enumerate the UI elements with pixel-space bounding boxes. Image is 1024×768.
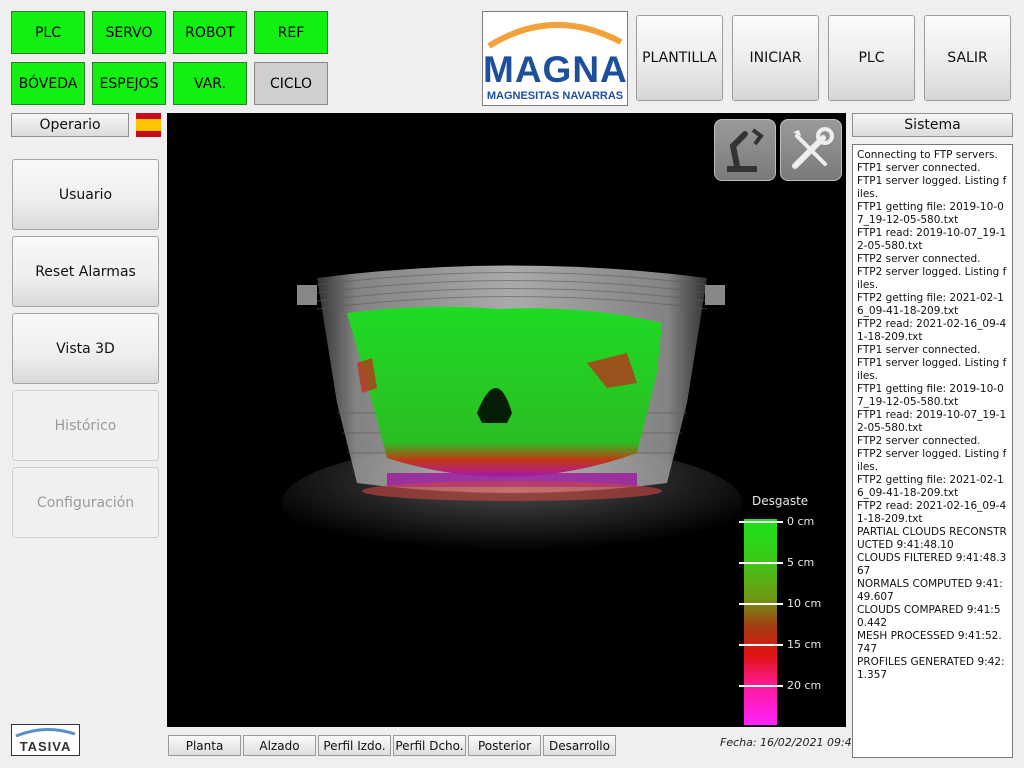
tab-desarrollo[interactable]: Desarrollo [543, 735, 616, 756]
log-line: FTP1 getting file: 2019-10-07_19-12-05-5… [857, 383, 1004, 408]
log-line: FTP2 read: 2021-02-16_09-41-18-209.txt [857, 500, 1007, 525]
usuario-button[interactable]: Usuario [12, 159, 159, 230]
plc-button[interactable]: PLC [828, 15, 915, 101]
tab-alzado[interactable]: Alzado [243, 735, 316, 756]
3d-viewport[interactable]: Desgaste 0 cm 5 cm 10 cm 15 cm 20 cm [167, 113, 846, 727]
log-line: PARTIAL CLOUDS RECONSTRUCTED 9:41:48.10 [857, 526, 1007, 551]
log-line: FTP1 read: 2019-10-07_19-12-05-580.txt [857, 409, 1007, 434]
logo-subtitle: MAGNESITAS NAVARRAS [486, 90, 624, 102]
status-espejos[interactable]: ESPEJOS [92, 62, 166, 105]
wear-scale-bar [744, 519, 777, 725]
legend-tick [739, 603, 783, 605]
status-ciclo[interactable]: CICLO [254, 62, 328, 105]
legend-title: Desgaste [752, 494, 809, 508]
log-line: CLOUDS COMPARED 9:41:50.442 [857, 604, 1001, 629]
reset-alarmas-button[interactable]: Reset Alarmas [12, 236, 159, 307]
status-plc[interactable]: PLC [11, 11, 85, 54]
log-line: FTP2 getting file: 2021-02-16_09-41-18-2… [857, 292, 1004, 317]
robot-arm-icon[interactable] [714, 119, 776, 181]
status-var[interactable]: VAR. [173, 62, 247, 105]
logo-brand: MAGNA [483, 49, 628, 90]
log-line: CLOUDS FILTERED 9:41:48.367 [857, 552, 1007, 577]
spain-flag-icon[interactable] [136, 113, 161, 137]
log-line: FTP2 getting file: 2021-02-16_09-41-18-2… [857, 474, 1004, 499]
salir-button[interactable]: SALIR [924, 15, 1011, 101]
status-robot[interactable]: ROBOT [173, 11, 247, 54]
tab-perfil-dcho[interactable]: Perfil Dcho. [393, 735, 466, 756]
iniciar-button[interactable]: INICIAR [732, 15, 819, 101]
log-line: FTP1 server logged. Listing files. [857, 175, 1007, 200]
status-servo[interactable]: SERVO [92, 11, 166, 54]
date-stamp: Fecha: 16/02/2021 09:42 [720, 736, 859, 749]
system-title: Sistema [852, 113, 1013, 137]
log-line: FTP1 server logged. Listing files. [857, 357, 1007, 382]
log-line: MESH PROCESSED 9:41:52.747 [857, 630, 1002, 655]
legend-tick [739, 562, 783, 564]
tools-icon[interactable] [780, 119, 842, 181]
legend-label: 0 cm [787, 515, 815, 528]
legend-label: 15 cm [787, 638, 822, 651]
log-line: FTP1 getting file: 2019-10-07_19-12-05-5… [857, 201, 1004, 226]
vista-3d-button[interactable]: Vista 3D [12, 313, 159, 384]
legend-label: 20 cm [787, 679, 822, 692]
log-line: Connecting to FTP servers. [857, 149, 998, 161]
log-line: FTP2 server logged. Listing files. [857, 448, 1007, 473]
log-line: FTP2 server connected. [857, 253, 981, 265]
tab-posterior[interactable]: Posterior [468, 735, 541, 756]
log-line: FTP2 server connected. [857, 435, 981, 447]
tasiva-logo-text: TASIVA [19, 739, 72, 754]
magna-logo: MAGNA MAGNESITAS NAVARRAS [482, 11, 628, 106]
log-line: FTP1 read: 2019-10-07_19-12-05-580.txt [857, 227, 1007, 252]
status-ref[interactable]: REF [254, 11, 328, 54]
system-log[interactable]: Connecting to FTP servers. FTP1 server c… [852, 144, 1013, 758]
log-line: NORMALS COMPUTED 9:41:49.607 [857, 578, 1003, 603]
log-line: FTP2 read: 2021-02-16_09-41-18-209.txt [857, 318, 1007, 343]
legend-tick [739, 644, 783, 646]
legend-tick [739, 685, 783, 687]
tasiva-logo: TASIVA [11, 724, 80, 756]
plantilla-button[interactable]: PLANTILLA [636, 15, 723, 101]
log-line: PROFILES GENERATED 9:42:1.357 [857, 656, 1005, 681]
user-role-label: Operario [11, 113, 129, 137]
legend-tick [739, 521, 783, 523]
log-line: FTP1 server connected. [857, 162, 981, 174]
tab-perfil-izdo[interactable]: Perfil Izdo. [318, 735, 391, 756]
status-boveda[interactable]: BÓVEDA [11, 62, 85, 105]
log-line: FTP1 server connected. [857, 344, 981, 356]
historico-button[interactable]: Histórico [12, 390, 159, 461]
log-line: FTP2 server logged. Listing files. [857, 266, 1007, 291]
tab-planta[interactable]: Planta [168, 735, 241, 756]
legend-label: 10 cm [787, 597, 822, 610]
legend-label: 5 cm [787, 556, 815, 569]
configuracion-button[interactable]: Configuración [12, 467, 159, 538]
